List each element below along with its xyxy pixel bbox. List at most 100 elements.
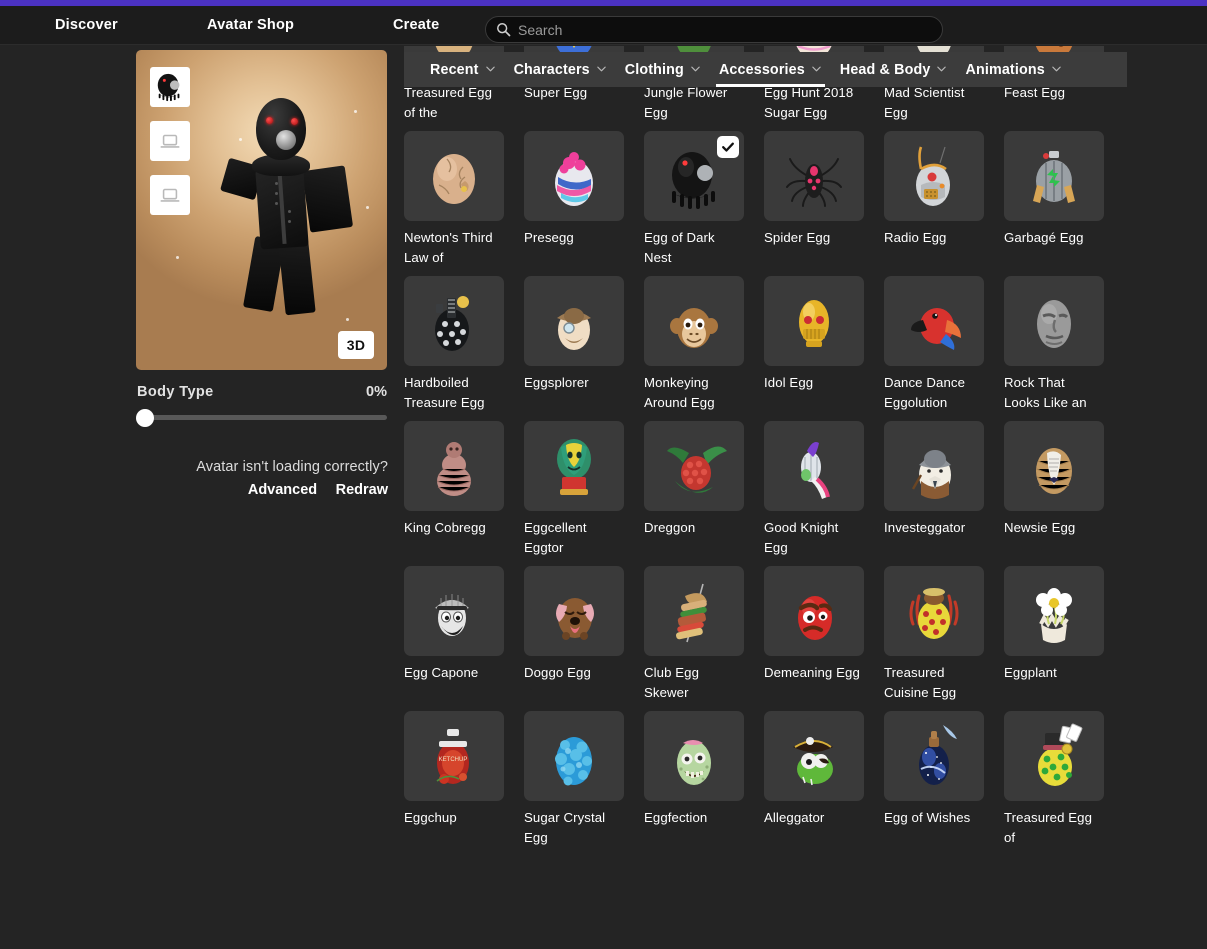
selected-check-badge[interactable] (717, 136, 739, 158)
catalog-item-card[interactable]: Rock That Looks Like an (1004, 276, 1104, 413)
catalog-item-card[interactable]: Monkeying Around Egg (644, 276, 744, 413)
catalog-item-thumbnail[interactable] (644, 711, 744, 801)
catalog-item-thumbnail[interactable] (1004, 421, 1104, 511)
catalog-item-thumbnail[interactable]: KETCHUP (404, 711, 504, 801)
body-type-value: 0% (366, 384, 387, 400)
catalog-item-thumbnail[interactable] (524, 131, 624, 221)
catalog-item-card[interactable]: Investeggator (884, 421, 984, 558)
catalog-item-thumbnail[interactable] (884, 566, 984, 656)
catalog-item-thumbnail[interactable] (404, 421, 504, 511)
club-egg-skewer-art (676, 583, 707, 643)
catalog-item-label: Egg of Wishes (884, 810, 971, 825)
catalog-item-card[interactable]: King Cobregg (404, 421, 504, 558)
catalog-item-card[interactable]: Eggfection (644, 711, 744, 848)
catalog-item-thumbnail[interactable] (524, 566, 624, 656)
catalog-item-card[interactable]: Treasured Egg of (1004, 711, 1104, 848)
catalog-item-thumbnail[interactable] (404, 566, 504, 656)
body-type-slider[interactable] (136, 409, 388, 427)
tab-characters[interactable]: Characters (505, 52, 616, 87)
catalog-item-card[interactable]: Dance Dance Eggolution (884, 276, 984, 413)
avatar-thumbnail-placeholder-1[interactable] (150, 121, 190, 161)
tab-label: Clothing (624, 61, 684, 78)
catalog-item-thumbnail[interactable] (764, 131, 864, 221)
catalog-item-label: Rock That Looks Like an (1004, 375, 1087, 410)
avatar-loading-question: Avatar isn't loading correctly? (196, 459, 388, 475)
presegg-art (555, 152, 593, 206)
catalog-item-thumbnail[interactable] (524, 421, 624, 511)
catalog-item-thumbnail[interactable] (884, 131, 984, 221)
check-icon (722, 142, 734, 152)
avatar-preview-viewport[interactable]: 3D (136, 50, 387, 370)
catalog-item-thumbnail[interactable] (884, 276, 984, 366)
catalog-item-thumbnail[interactable] (1004, 711, 1104, 801)
catalog-item-card[interactable]: Demeaning Egg (764, 566, 864, 703)
avatar-thumbnail-placeholder-2[interactable] (150, 175, 190, 215)
catalog-item-thumbnail[interactable] (644, 421, 744, 511)
catalog-item-thumbnail[interactable] (1004, 276, 1104, 366)
top-navigation-bar: Discover Avatar Shop Create (0, 6, 1207, 45)
demeaning-egg-art (798, 596, 832, 640)
avatar-thumbnail-selected[interactable] (150, 67, 190, 107)
view-3d-toggle[interactable]: 3D (338, 331, 374, 359)
search-input[interactable] (511, 21, 942, 38)
tab-head-body[interactable]: Head & Body (831, 52, 957, 87)
catalog-item-card[interactable]: Eggsplorer (524, 276, 624, 413)
catalog-item-thumbnail[interactable] (404, 276, 504, 366)
catalog-item-label: Spider Egg (764, 230, 831, 245)
good-knight-egg-art (801, 442, 830, 499)
catalog-item-thumbnail[interactable] (644, 566, 744, 656)
catalog-item-thumbnail[interactable] (884, 421, 984, 511)
catalog-item-card[interactable]: Newsie Egg (1004, 421, 1104, 558)
eggsplorer-art (557, 308, 591, 350)
catalog-item-card[interactable]: Egg of Dark Nest (644, 131, 744, 268)
catalog-item-card[interactable]: Dreggon (644, 421, 744, 558)
advanced-link[interactable]: Advanced (248, 482, 317, 498)
catalog-item-card[interactable]: Spider Egg (764, 131, 864, 268)
catalog-item-card[interactable]: Garbagé Egg (1004, 131, 1104, 268)
tab-animations[interactable]: Animations (956, 52, 1070, 87)
chevron-down-icon (811, 62, 822, 78)
catalog-item-card[interactable]: Club Egg Skewer (644, 566, 744, 703)
catalog-item-card[interactable]: Doggo Egg (524, 566, 624, 703)
catalog-item-card[interactable]: Presegg (524, 131, 624, 268)
catalog-item-card[interactable]: Alleggator (764, 711, 864, 848)
catalog-item-card[interactable]: KETCHUP Eggchup (404, 711, 504, 848)
tab-recent[interactable]: Recent (421, 52, 505, 87)
nav-avatar-shop[interactable]: Avatar Shop (207, 17, 294, 33)
catalog-item-card[interactable]: Treasured Cuisine Egg (884, 566, 984, 703)
egg-of-dark-nest-thumb-icon (157, 73, 180, 102)
catalog-item-card[interactable]: Hardboiled Treasure Egg (404, 276, 504, 413)
tab-label: Head & Body (839, 61, 931, 78)
catalog-item-card[interactable]: Egg of Wishes (884, 711, 984, 848)
slider-thumb[interactable] (136, 409, 154, 427)
search-box[interactable] (485, 16, 943, 43)
nav-create[interactable]: Create (393, 17, 439, 33)
catalog-item-thumbnail[interactable] (524, 276, 624, 366)
catalog-item-thumbnail[interactable] (524, 711, 624, 801)
catalog-item-card[interactable]: Eggplant (1004, 566, 1104, 703)
tab-accessories[interactable]: Accessories (710, 52, 831, 87)
catalog-item-thumbnail[interactable] (884, 711, 984, 801)
catalog-item-thumbnail[interactable] (404, 131, 504, 221)
catalog-item-thumbnail[interactable] (764, 711, 864, 801)
catalog-scroll-area[interactable]: Treasured Egg of the Super Egg Jungle Flow… (404, 46, 1127, 949)
catalog-item-card[interactable]: Sugar Crystal Egg (524, 711, 624, 848)
nav-discover[interactable]: Discover (55, 17, 118, 33)
catalog-item-thumbnail[interactable] (764, 276, 864, 366)
catalog-item-thumbnail[interactable] (1004, 131, 1104, 221)
tab-clothing[interactable]: Clothing (616, 52, 710, 87)
catalog-item-thumbnail[interactable] (764, 566, 864, 656)
catalog-item-thumbnail[interactable] (1004, 566, 1104, 656)
rock-egg-art (1037, 300, 1071, 348)
catalog-item-card[interactable]: Idol Egg (764, 276, 864, 413)
catalog-item-card[interactable]: Egg Capone (404, 566, 504, 703)
catalog-item-thumbnail[interactable] (764, 421, 864, 511)
redraw-link[interactable]: Redraw (336, 482, 388, 498)
catalog-item-card[interactable]: Good Knight Egg (764, 421, 864, 558)
catalog-item-card[interactable]: Radio Egg (884, 131, 984, 268)
avatar-editor-page: Discover Avatar Shop Create Search 3D Bo… (0, 0, 1207, 949)
catalog-item-card[interactable]: Eggcellent Eggtor (524, 421, 624, 558)
catalog-item-thumbnail[interactable] (644, 276, 744, 366)
catalog-item-card[interactable]: Newton's Third Law of (404, 131, 504, 268)
catalog-item-thumbnail[interactable] (644, 131, 744, 221)
